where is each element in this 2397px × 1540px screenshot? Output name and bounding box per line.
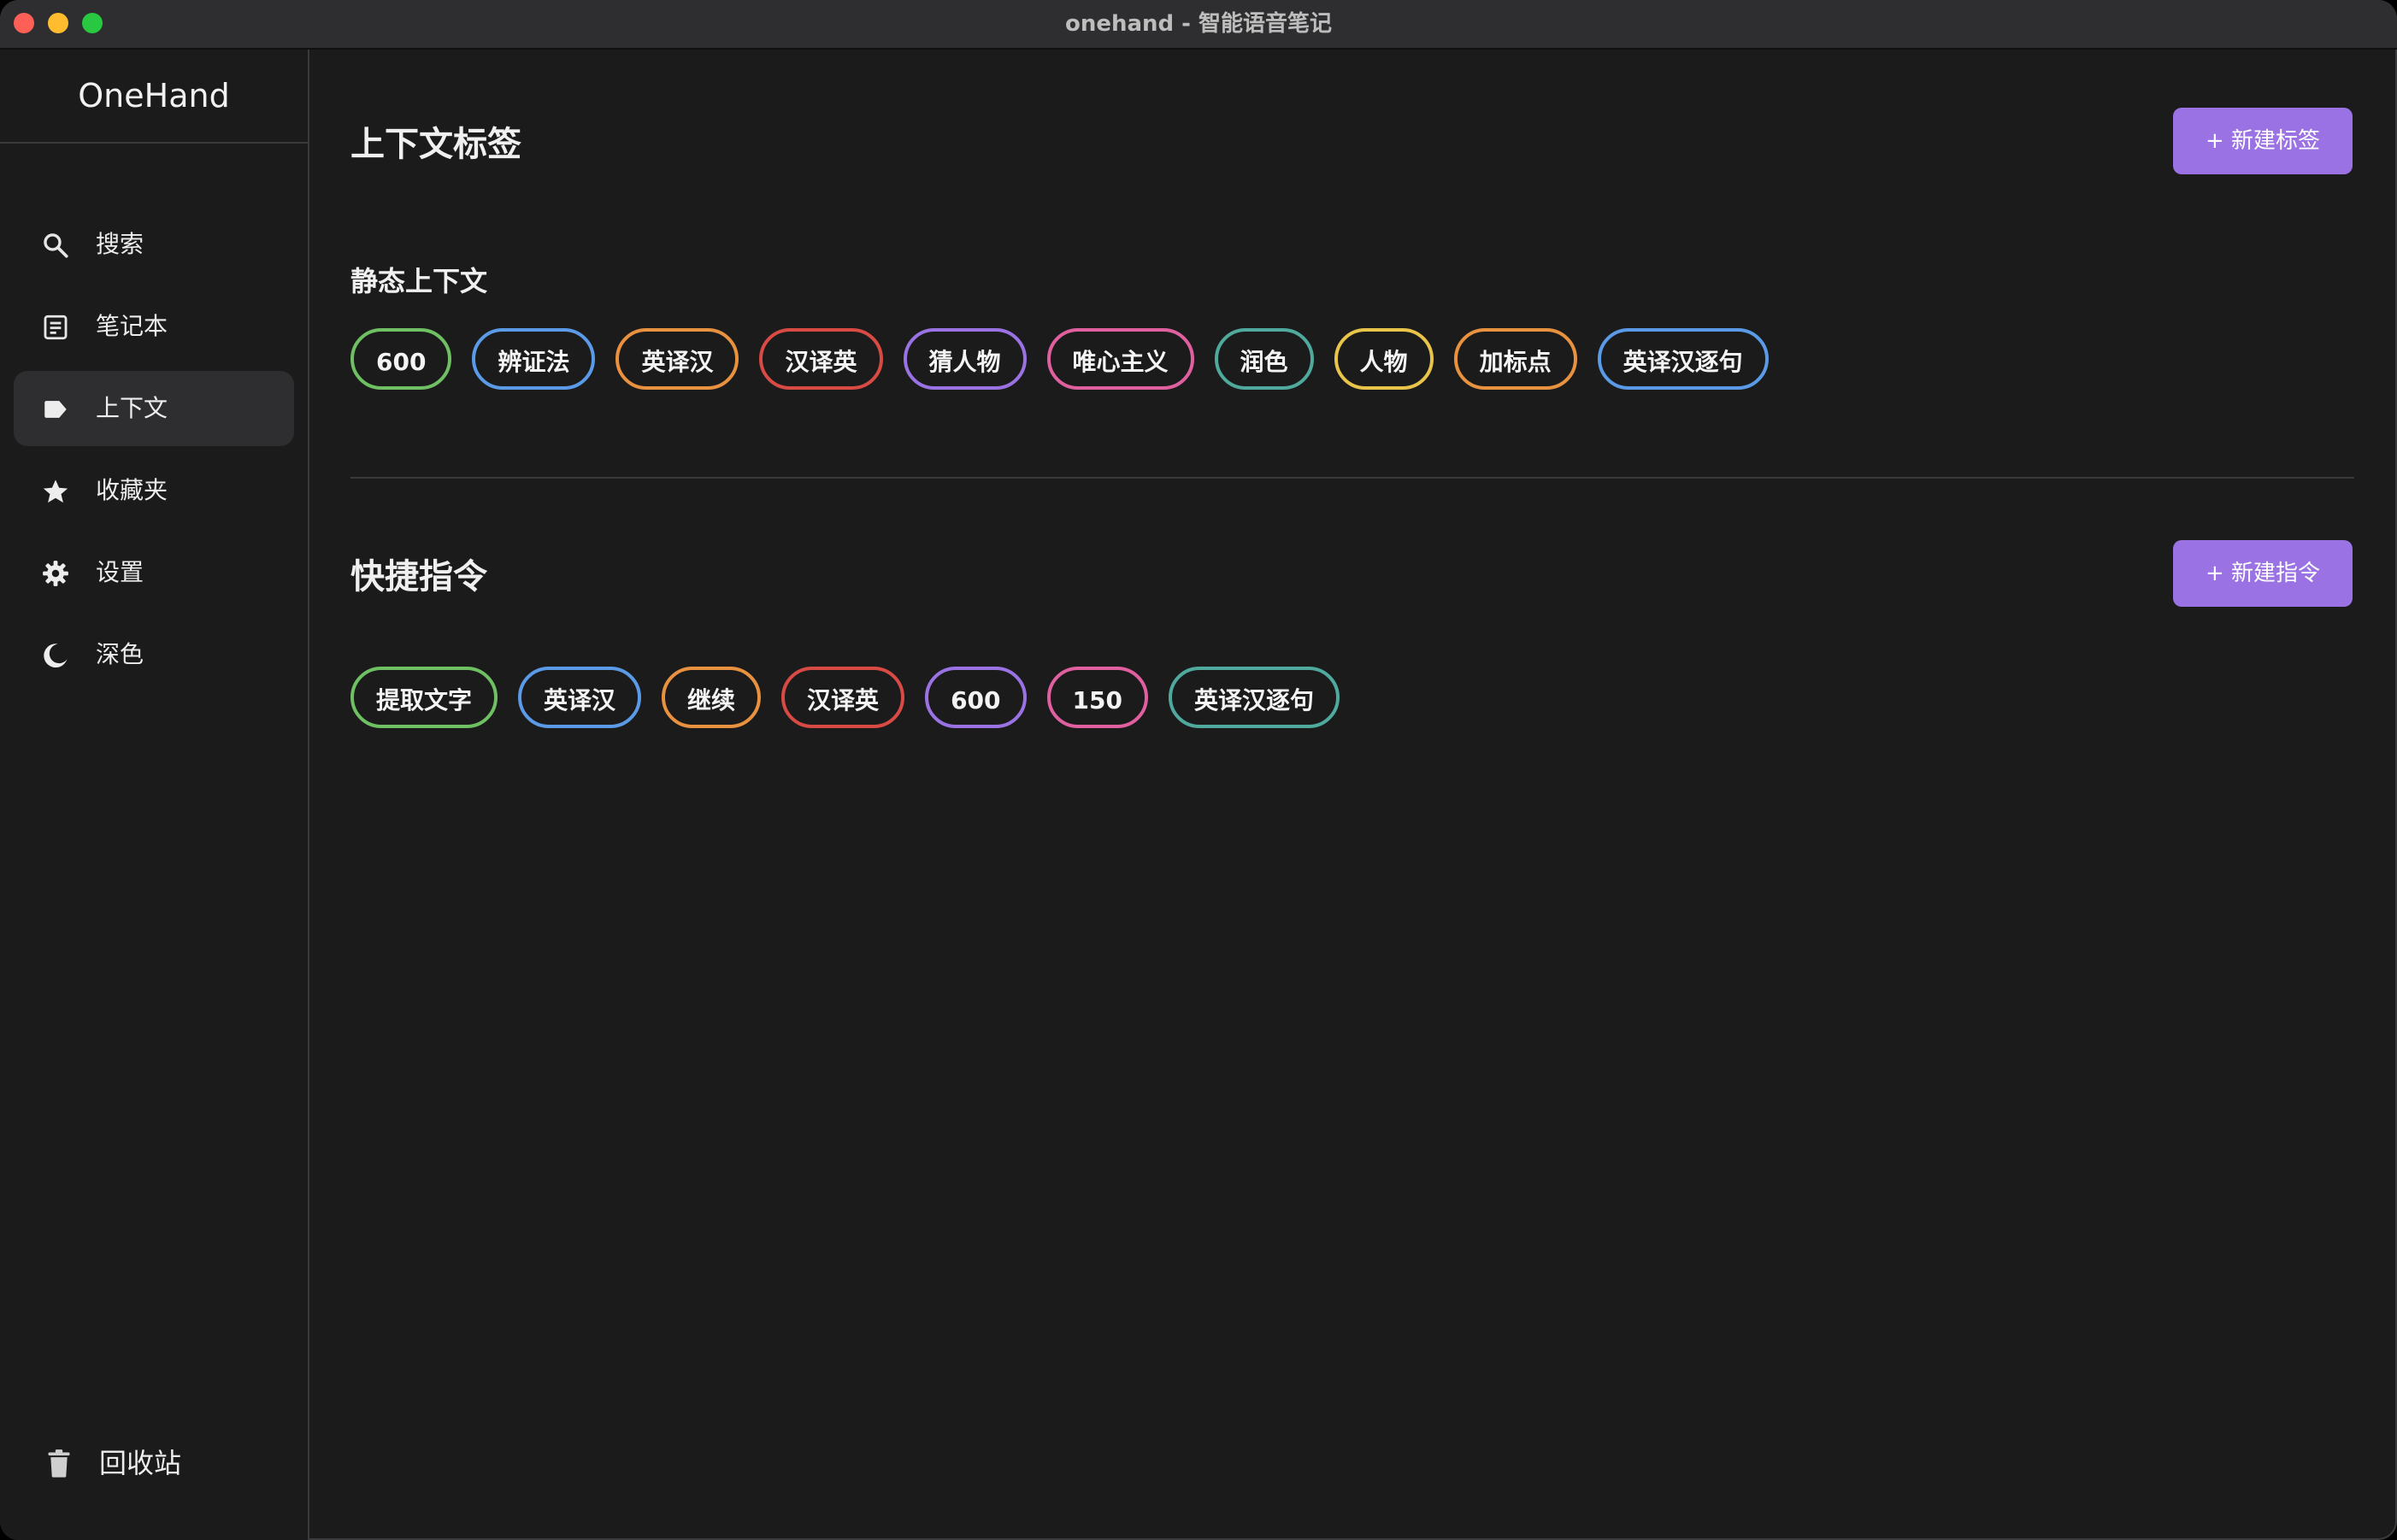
context-tag-chip[interactable]: 猜人物	[903, 328, 1027, 390]
quick-command-chip[interactable]: 继续	[662, 667, 762, 728]
context-tag-chip[interactable]: 汉译英	[759, 328, 883, 390]
new-command-button[interactable]: + 新建指令	[2173, 540, 2353, 607]
new-tag-button[interactable]: + 新建标签	[2173, 108, 2353, 174]
notebook-icon	[41, 313, 70, 342]
sidebar-item-label: 搜索	[96, 230, 144, 258]
context-tag-chip[interactable]: 润色	[1214, 328, 1314, 390]
sidebar-nav: 搜索 笔记本 上下文 收藏夹 设置 深色	[14, 207, 294, 699]
sidebar-item-trash[interactable]: 回收站	[14, 1425, 294, 1501]
quick-command-chip[interactable]: 提取文字	[350, 667, 498, 728]
context-tag-chip[interactable]: 英译汉	[615, 328, 739, 390]
context-tag-chip[interactable]: 600	[350, 328, 452, 390]
context-tag-chip[interactable]: 人物	[1334, 328, 1434, 390]
moon-icon	[41, 641, 70, 670]
sidebar: OneHand 搜索 笔记本 上下文 收藏夹 设置 深色 回收站	[0, 50, 309, 1540]
context-tag-chip[interactable]: 唯心主义	[1046, 328, 1194, 390]
sidebar-item-favorites[interactable]: 收藏夹	[14, 453, 294, 528]
quick-command-chip[interactable]: 汉译英	[781, 667, 905, 728]
trash-icon	[44, 1448, 74, 1478]
sidebar-item-label: 上下文	[96, 394, 168, 422]
sidebar-item-settings[interactable]: 设置	[14, 535, 294, 610]
sidebar-item-notebook[interactable]: 笔记本	[14, 289, 294, 364]
app-window: onehand - 智能语音笔记 OneHand 搜索 笔记本 上下文 收藏夹 …	[0, 0, 2397, 1540]
trash-label: 回收站	[99, 1447, 182, 1479]
context-tag-chip[interactable]: 英译汉逐句	[1597, 328, 1769, 390]
quick-command-chip[interactable]: 600	[925, 667, 1027, 728]
section-divider	[350, 477, 2354, 479]
quick-command-chip[interactable]: 英译汉逐句	[1168, 667, 1340, 728]
sidebar-item-label: 笔记本	[96, 312, 168, 340]
context-tag-chip[interactable]: 加标点	[1453, 328, 1577, 390]
quick-command-chip-list: 提取文字 英译汉 继续 汉译英 600 150 英译汉逐句	[350, 667, 1340, 728]
sidebar-item-label: 设置	[96, 558, 144, 586]
static-context-heading: 静态上下文	[350, 265, 488, 297]
sidebar-item-label: 收藏夹	[96, 476, 168, 504]
star-icon	[41, 477, 70, 506]
quick-command-chip[interactable]: 150	[1046, 667, 1148, 728]
commands-heading: 快捷指令	[350, 557, 487, 597]
window-title: onehand - 智能语音笔记	[1064, 11, 1333, 37]
context-tag-chip[interactable]: 辨证法	[472, 328, 596, 390]
app-brand: OneHand	[0, 50, 308, 144]
search-icon	[41, 231, 70, 260]
sidebar-item-search[interactable]: 搜索	[14, 207, 294, 282]
page-title: 上下文标签	[350, 125, 521, 164]
main-content: 上下文标签 + 新建标签 静态上下文 600 辨证法 英译汉 汉译英 猜人物 唯心主义 润色…	[309, 50, 2397, 1540]
gear-icon	[41, 559, 70, 588]
quick-command-chip[interactable]: 英译汉	[518, 667, 642, 728]
title-bar: onehand - 智能语音笔记	[0, 0, 2397, 50]
static-context-chip-list: 600 辨证法 英译汉 汉译英 猜人物 唯心主义 润色 人物 加标点 英译汉逐句	[350, 328, 1769, 390]
tag-icon	[41, 395, 70, 424]
sidebar-item-label: 深色	[96, 640, 144, 668]
sidebar-item-dark-mode[interactable]: 深色	[14, 617, 294, 692]
sidebar-item-context[interactable]: 上下文	[14, 371, 294, 446]
